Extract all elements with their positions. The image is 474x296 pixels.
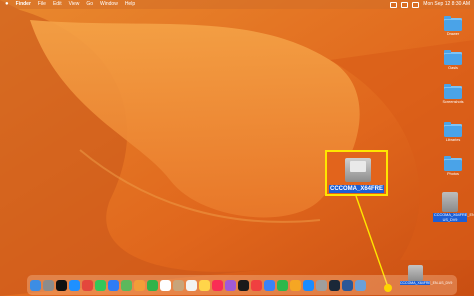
disk-icon [442, 192, 458, 212]
menu-clock[interactable]: Mon Sep 12 8:30 AM [423, 0, 470, 9]
desktop-wallpaper [0, 0, 474, 296]
dock-disk-image[interactable]: CCCOMA_X64FRE_EN-US_DV9 [400, 265, 453, 286]
desktop-folder-libraries[interactable]: Libraries [441, 122, 465, 142]
folder-icon [444, 84, 462, 99]
maps-icon[interactable] [121, 279, 132, 291]
news-icon[interactable] [251, 279, 262, 291]
appstore-icon[interactable] [303, 279, 314, 291]
folder-label: Libraries [445, 138, 461, 142]
menu-bar: ● Finder File Edit View Go Window Help M… [0, 0, 474, 9]
apple-menu-icon[interactable]: ● [5, 0, 9, 9]
keynote-icon[interactable] [264, 279, 275, 291]
folder-icon [444, 50, 462, 65]
notes-icon[interactable] [199, 279, 210, 291]
word-icon[interactable] [342, 279, 353, 291]
chrome-icon[interactable] [82, 279, 93, 291]
photos-icon[interactable] [134, 279, 145, 291]
numbers-icon[interactable] [277, 279, 288, 291]
steam-icon[interactable] [329, 279, 340, 291]
control-center-icon[interactable] [412, 1, 420, 8]
settings-icon[interactable] [316, 279, 327, 291]
dock-disk-label: CCCOMA_X64FRE_EN-US_DV9 [400, 281, 453, 286]
folder-icon [444, 16, 462, 31]
menu-view[interactable]: View [69, 0, 80, 9]
messages-icon[interactable] [95, 279, 106, 291]
menu-help[interactable]: Help [125, 0, 135, 9]
facetime-icon[interactable] [147, 279, 158, 291]
launchpad-icon[interactable] [43, 279, 54, 291]
folder-label: Oasis [448, 66, 458, 70]
reminders-icon[interactable] [186, 279, 197, 291]
dock [27, 275, 457, 295]
folder-label: Photos [447, 172, 459, 176]
finder-icon[interactable] [30, 279, 41, 291]
highlight-label: CCCOMA_X64FRE [329, 185, 384, 193]
safari-icon[interactable] [69, 279, 80, 291]
music-icon[interactable] [212, 279, 223, 291]
mail-icon[interactable] [108, 279, 119, 291]
folder-label: Screenshots [442, 100, 464, 104]
disk-icon [407, 265, 423, 281]
folder-icon [444, 122, 462, 137]
folder-label: Drawer [446, 32, 460, 36]
desktop-folder-oasis[interactable]: Oasis [441, 50, 465, 70]
menu-edit[interactable]: Edit [53, 0, 62, 9]
calendar-icon[interactable] [160, 279, 171, 291]
preview-icon[interactable] [355, 279, 366, 291]
menu-extras: Mon Sep 12 8:30 AM [390, 0, 470, 9]
desktop-folder-screenshots[interactable]: Screenshots [441, 84, 465, 104]
contacts-icon[interactable] [173, 279, 184, 291]
menu-file[interactable]: File [38, 0, 46, 9]
menu-app-name[interactable]: Finder [16, 0, 31, 9]
wifi-icon[interactable] [401, 1, 409, 8]
podcasts-icon[interactable] [225, 279, 236, 291]
desktop-folder-photos[interactable]: Photos [441, 156, 465, 176]
menu-window[interactable]: Window [100, 0, 118, 9]
folder-icon [444, 156, 462, 171]
disk-icon [345, 158, 371, 182]
highlighted-disk-callout: CCCOMA_X64FRE [325, 150, 388, 196]
tv-icon[interactable] [238, 279, 249, 291]
battery-icon[interactable] [390, 1, 398, 8]
menu-go[interactable]: Go [86, 0, 93, 9]
highlight-dot [384, 284, 392, 292]
desktop-disk-image[interactable]: CCCOMA_X64FRE_EN-US_DV9 [433, 192, 474, 223]
pages-icon[interactable] [290, 279, 301, 291]
disk-label: CCCOMA_X64FRE_EN-US_DV9 [433, 213, 474, 223]
appletv-icon[interactable] [56, 279, 67, 291]
desktop-folder-drawer[interactable]: Drawer [441, 16, 465, 36]
